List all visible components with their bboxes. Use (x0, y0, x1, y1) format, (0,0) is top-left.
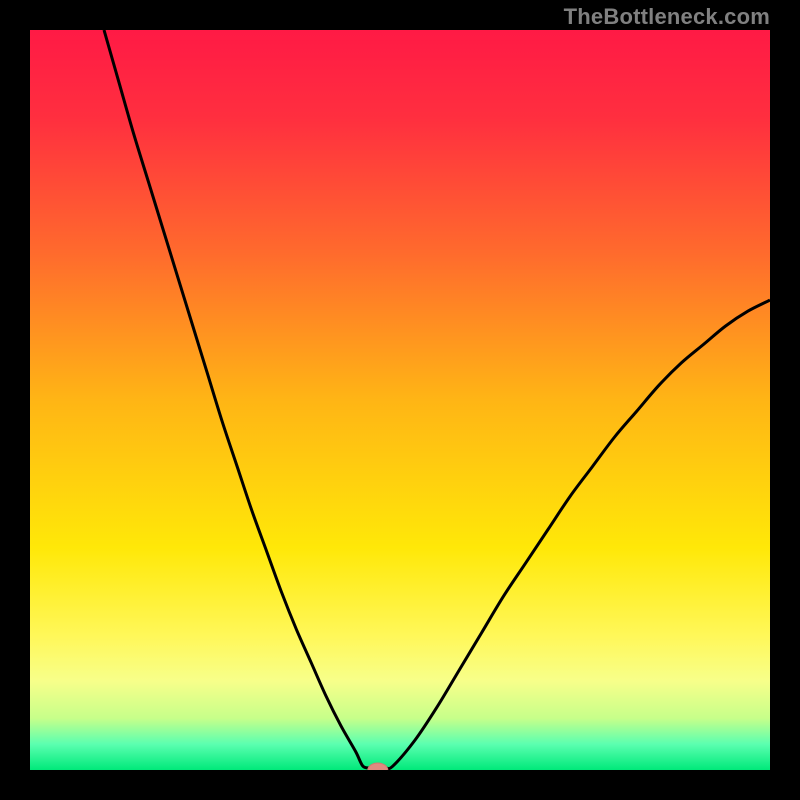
chart-frame: TheBottleneck.com (0, 0, 800, 800)
chart-svg (30, 30, 770, 770)
plot-area (30, 30, 770, 770)
watermark-text: TheBottleneck.com (564, 4, 770, 30)
gradient-background (30, 30, 770, 770)
